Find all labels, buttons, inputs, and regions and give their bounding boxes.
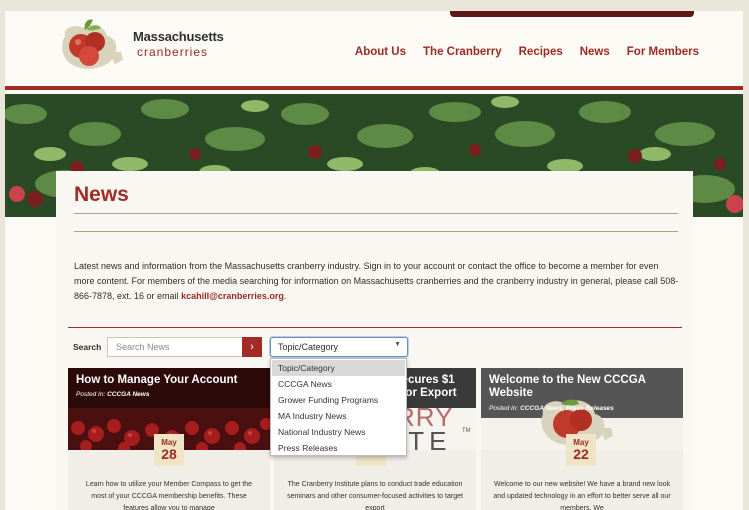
page-frame: Massachusetts cranberries About Us The C… (5, 11, 743, 510)
dropdown-option-cccga-news[interactable]: CCCGA News (272, 376, 405, 392)
dropdown-option-ma-industry-news[interactable]: MA Industry News (272, 408, 405, 424)
news-card-manage-account[interactable]: How to Manage Your Account Posted In: CC… (68, 368, 270, 510)
nav-for-members[interactable]: For Members (627, 46, 699, 58)
card-excerpt: The Cranberry Institute plans to conduct… (287, 481, 463, 510)
card-title[interactable]: Welcome to the New CCCGA Website (489, 374, 679, 400)
filter-divider (68, 327, 682, 328)
topic-category-dropdown-list: Topic/Category CCCGA News Grower Funding… (270, 358, 407, 456)
title-divider-bottom (74, 231, 678, 232)
news-card-welcome-website[interactable]: Welcome to the New CCCGA Website Posted … (481, 368, 683, 510)
card-excerpt: Welcome to our new website! We have a br… (493, 481, 671, 510)
nav-about-us[interactable]: About Us (355, 46, 406, 58)
posted-tags[interactable]: CCCGA News (107, 391, 149, 398)
topic-category-select[interactable]: Topic/Category ▼ (270, 337, 408, 357)
date-badge: May 28 (154, 434, 184, 466)
date-day: 22 (573, 446, 589, 462)
dropdown-option-national-industry-news[interactable]: National Industry News (272, 424, 405, 440)
intro-end: . (283, 291, 287, 301)
site-logo[interactable]: Massachusetts cranberries (57, 16, 232, 72)
nav-the-cranberry[interactable]: The Cranberry (423, 46, 502, 58)
nav-recipes[interactable]: Recipes (519, 46, 563, 58)
logo-text-cranberries: cranberries (137, 45, 209, 59)
posted-tags[interactable]: CCCGA News, Press Releases (520, 405, 614, 412)
contact-email-link[interactable]: kcahill@cranberries.org (181, 291, 284, 301)
search-submit-button[interactable]: › (242, 337, 262, 357)
dropdown-option-press-releases[interactable]: Press Releases (272, 440, 405, 456)
card-posted-in: Posted In: CCCGA News, Press Releases (489, 405, 614, 412)
chevron-right-icon: › (250, 340, 254, 353)
dropdown-option-grower-funding[interactable]: Grower Funding Programs (272, 392, 405, 408)
site-header: Massachusetts cranberries About Us The C… (5, 11, 743, 90)
select-value: Topic/Category (278, 342, 339, 352)
card-excerpt: Learn how to utilize your Member Compass… (85, 481, 253, 510)
news-content-card: News Latest news and information from th… (56, 171, 693, 510)
card-title[interactable]: How to Manage Your Account (76, 374, 266, 387)
main-nav: About Us The Cranberry Recipes News For … (355, 46, 699, 58)
chevron-down-icon: ▼ (394, 341, 401, 348)
card-posted-in: Posted In: CCCGA News (76, 391, 149, 398)
top-utility-bar[interactable] (450, 11, 694, 17)
page-title: News (74, 183, 129, 206)
posted-prefix: Posted In: (76, 391, 106, 398)
posted-prefix: Posted In: (489, 405, 519, 412)
logo-text-massachusetts: Massachusetts (133, 29, 224, 44)
intro-paragraph: Latest news and information from the Mas… (74, 259, 680, 304)
search-input[interactable] (107, 337, 243, 357)
nav-news[interactable]: News (580, 46, 610, 58)
trademark-mark: TM (462, 428, 471, 434)
cranberry-logo-icon (62, 19, 123, 69)
date-badge: May 22 (566, 434, 596, 466)
dropdown-option-topic-category[interactable]: Topic/Category (272, 360, 405, 376)
date-day: 28 (161, 446, 177, 462)
intro-text: Latest news and information from the Mas… (74, 261, 679, 301)
search-label: Search (73, 342, 102, 352)
title-divider-top (74, 213, 678, 214)
